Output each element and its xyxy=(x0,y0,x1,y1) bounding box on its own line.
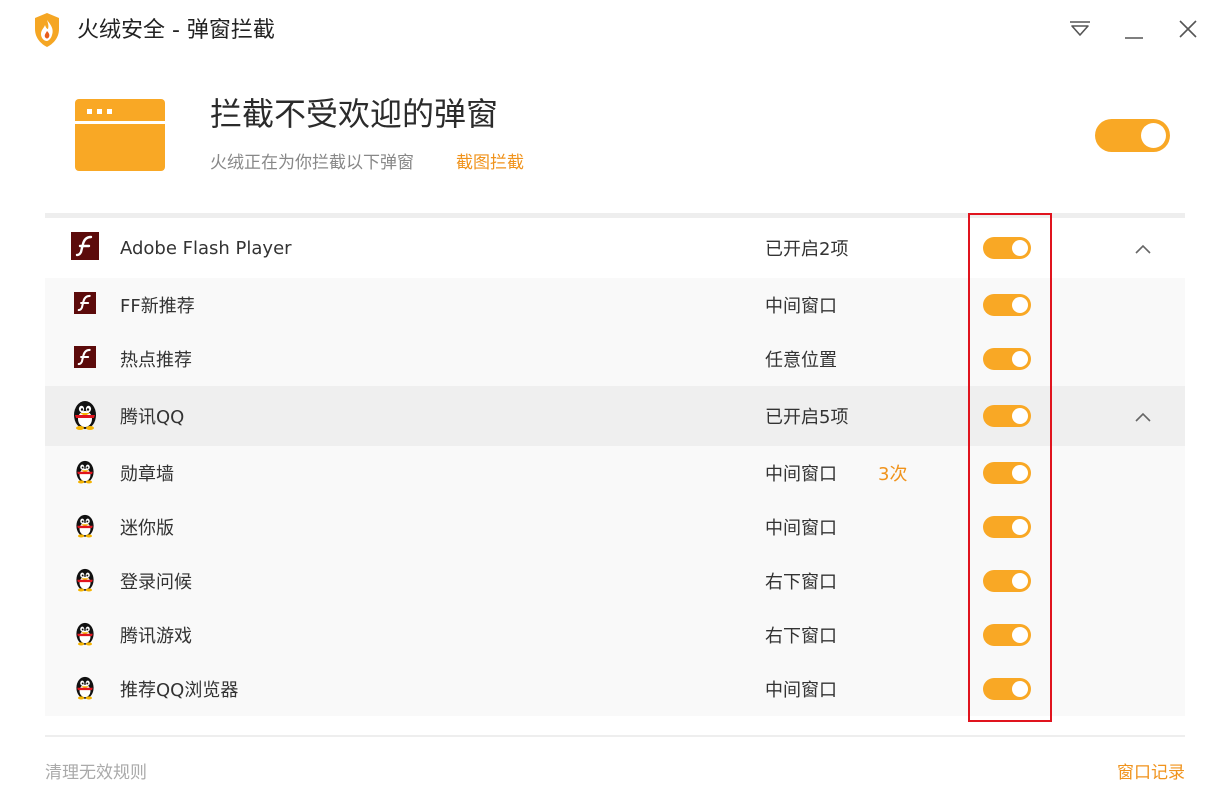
rule-toggle[interactable] xyxy=(983,516,1031,538)
rule-row[interactable]: 登录问候 右下窗口 xyxy=(45,554,1185,608)
qq-penguin-icon xyxy=(74,621,96,650)
window-log-link[interactable]: 窗口记录 xyxy=(1117,760,1185,786)
qq-penguin-icon xyxy=(74,567,96,596)
toggle-knob xyxy=(1012,627,1028,643)
rule-toggle[interactable] xyxy=(983,624,1031,646)
qq-penguin-icon xyxy=(74,513,96,542)
popup-rule-list: Adobe Flash Player 已开启2项 FF新推荐 中间窗口 热点推荐 xyxy=(45,218,1185,716)
page-subtitle: 火绒正在为你拦截以下弹窗 xyxy=(210,153,414,173)
page-title: 拦截不受欢迎的弹窗 xyxy=(210,95,499,133)
qq-penguin-icon xyxy=(71,398,99,434)
screenshot-block-link[interactable]: 截图拦截 xyxy=(456,150,524,176)
rule-name: FF新推荐 xyxy=(120,296,195,317)
rule-row[interactable]: 勋章墙 中间窗口 3次 xyxy=(45,446,1185,500)
chevron-up-icon[interactable] xyxy=(1133,409,1153,423)
rule-row[interactable]: 推荐QQ浏览器 中间窗口 xyxy=(45,662,1185,716)
flash-icon xyxy=(74,292,96,318)
minimize-icon[interactable] xyxy=(1121,16,1147,42)
rule-position: 任意位置 xyxy=(765,350,837,371)
rule-position: 右下窗口 xyxy=(765,626,837,647)
rule-row[interactable]: 热点推荐 任意位置 xyxy=(45,332,1185,386)
rule-position: 中间窗口 xyxy=(765,680,837,701)
popup-window-icon xyxy=(75,99,165,171)
toggle-knob xyxy=(1012,573,1028,589)
huorong-flame-logo-icon xyxy=(32,12,62,48)
rule-position: 中间窗口 xyxy=(765,518,837,539)
toggle-knob xyxy=(1012,408,1028,424)
group-row-flash[interactable]: Adobe Flash Player 已开启2项 xyxy=(45,218,1185,278)
group-name: Adobe Flash Player xyxy=(120,237,292,259)
master-toggle-knob xyxy=(1141,123,1166,148)
group-status: 已开启2项 xyxy=(765,239,849,260)
close-icon[interactable] xyxy=(1175,16,1201,42)
qq-penguin-icon xyxy=(74,459,96,488)
rule-name: 热点推荐 xyxy=(120,350,192,371)
rule-name: 推荐QQ浏览器 xyxy=(120,680,239,701)
rule-name: 登录问候 xyxy=(120,572,192,593)
rule-name: 迷你版 xyxy=(120,518,174,539)
rule-position: 右下窗口 xyxy=(765,572,837,593)
toggle-knob xyxy=(1012,240,1028,256)
toggle-knob xyxy=(1012,351,1028,367)
rule-name: 腾讯游戏 xyxy=(120,626,192,647)
toggle-knob xyxy=(1012,297,1028,313)
rule-position: 中间窗口 xyxy=(765,464,837,485)
chevron-up-icon[interactable] xyxy=(1133,241,1153,255)
group-name: 腾讯QQ xyxy=(120,407,185,428)
flash-icon xyxy=(74,346,96,372)
rule-toggle[interactable] xyxy=(983,678,1031,700)
master-toggle[interactable] xyxy=(1095,119,1170,152)
rule-row[interactable]: FF新推荐 中间窗口 xyxy=(45,278,1185,332)
block-count: 3次 xyxy=(878,464,908,485)
toggle-knob xyxy=(1012,519,1028,535)
rule-toggle[interactable] xyxy=(983,570,1031,592)
flash-icon xyxy=(71,232,99,264)
group-row-qq[interactable]: 腾讯QQ 已开启5项 xyxy=(45,386,1185,446)
window-title: 火绒安全 - 弹窗拦截 xyxy=(77,18,275,43)
rule-toggle[interactable] xyxy=(983,348,1031,370)
toggle-knob xyxy=(1012,465,1028,481)
rule-toggle[interactable] xyxy=(983,294,1031,316)
rule-name: 勋章墙 xyxy=(120,464,174,485)
group-toggle[interactable] xyxy=(983,405,1031,427)
group-status: 已开启5项 xyxy=(765,407,849,428)
qq-penguin-icon xyxy=(74,675,96,704)
footer-divider xyxy=(45,735,1185,737)
rule-row[interactable]: 腾讯游戏 右下窗口 xyxy=(45,608,1185,662)
rule-row[interactable]: 迷你版 中间窗口 xyxy=(45,500,1185,554)
clean-invalid-rules-link[interactable]: 清理无效规则 xyxy=(45,760,147,786)
title-bar: 火绒安全 - 弹窗拦截 xyxy=(0,0,1230,62)
group-toggle[interactable] xyxy=(983,237,1031,259)
toggle-knob xyxy=(1012,681,1028,697)
rule-position: 中间窗口 xyxy=(765,296,837,317)
rule-toggle[interactable] xyxy=(983,462,1031,484)
menu-icon[interactable] xyxy=(1067,16,1093,42)
